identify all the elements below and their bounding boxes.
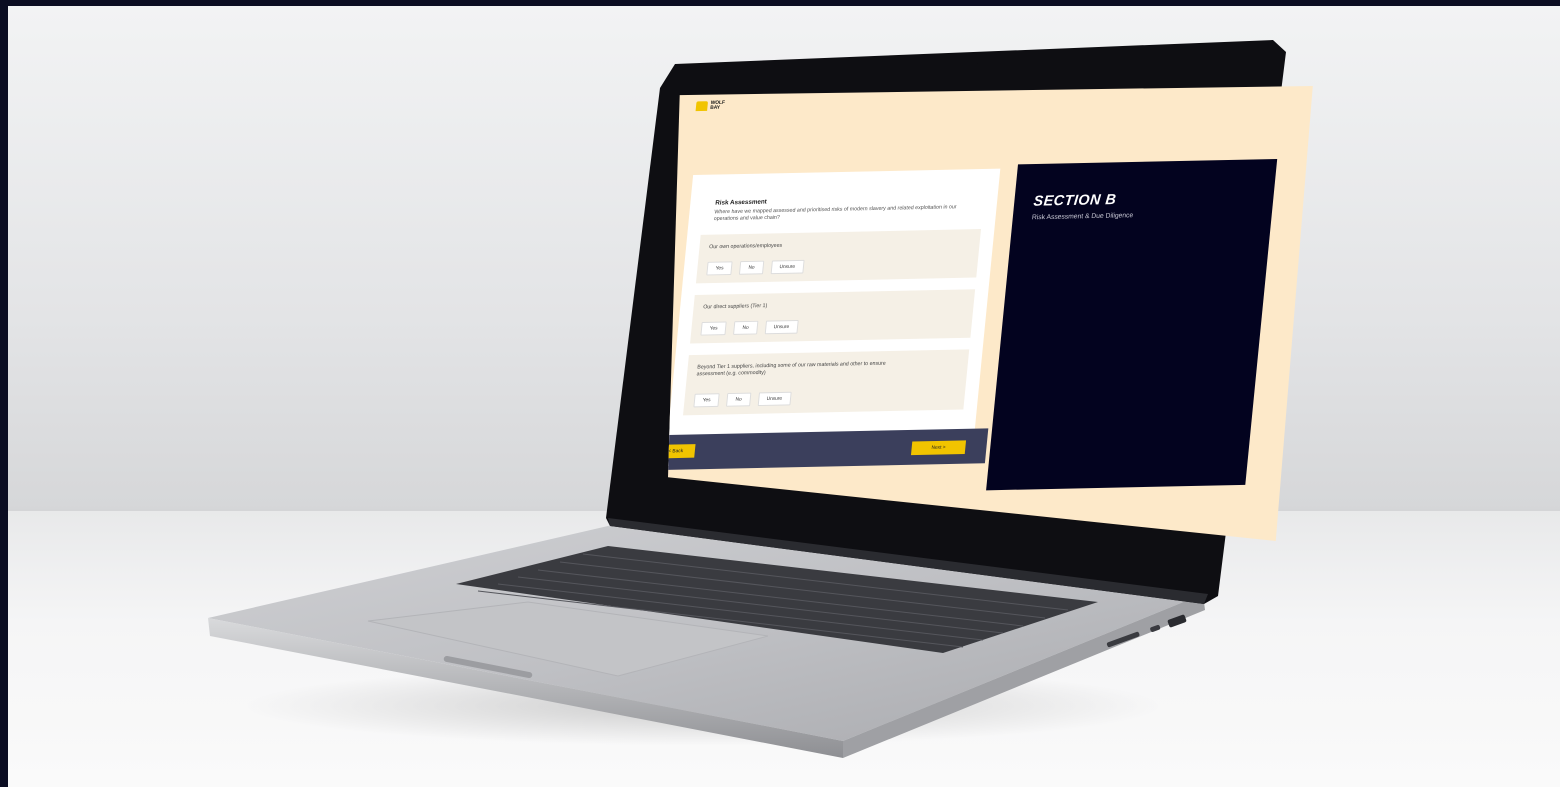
question-label-line2: assessment (e.g. commodity)	[696, 370, 766, 378]
question-block: Our own operations/employees Yes No Unsu…	[695, 229, 982, 284]
screen-content: WOLF BAY Risk Assessment Where have we m…	[668, 86, 1294, 511]
logo-icon	[695, 101, 709, 112]
option-yes[interactable]: Yes	[706, 261, 733, 276]
laptop-screen: WOLF BAY Risk Assessment Where have we m…	[668, 86, 1313, 541]
question-block: Beyond Tier 1 suppliers, including some …	[683, 349, 970, 416]
question-label: Beyond Tier 1 suppliers, including some …	[696, 359, 957, 378]
section-description: Where have we mapped assessed and priori…	[713, 204, 957, 223]
question-block: Our direct suppliers (Tier 1) Yes No Uns…	[690, 289, 976, 344]
option-no[interactable]: No	[733, 320, 758, 335]
question-label-line1: Beyond Tier 1 suppliers, including some …	[696, 360, 886, 371]
option-no[interactable]: No	[726, 392, 751, 407]
next-button[interactable]: Next >	[910, 440, 967, 456]
section-heading: Risk Assessment	[714, 198, 768, 207]
logo-text: WOLF BAY	[709, 99, 726, 111]
option-yes[interactable]: Yes	[700, 321, 727, 336]
option-unsure[interactable]: Unsure	[770, 259, 805, 275]
back-button[interactable]: < Back	[668, 444, 696, 459]
form-footer: < Back Next >	[668, 428, 989, 471]
brand-logo[interactable]: WOLF BAY	[695, 99, 726, 112]
product-photo: WOLF BAY Risk Assessment Where have we m…	[8, 6, 1560, 787]
section-subtitle: Risk Assessment & Due Diligence	[1031, 212, 1134, 222]
section-sidebar: SECTION B Risk Assessment & Due Diligenc…	[986, 159, 1278, 491]
section-title: SECTION B	[1032, 191, 1118, 210]
question-label: Our direct suppliers (Tier 1)	[702, 303, 768, 311]
option-unsure[interactable]: Unsure	[757, 391, 792, 407]
option-yes[interactable]: Yes	[693, 393, 720, 408]
option-unsure[interactable]: Unsure	[764, 319, 799, 335]
question-label: Our own operations/employees	[708, 242, 783, 251]
option-no[interactable]: No	[739, 260, 764, 275]
question-card: Risk Assessment Where have we mapped ass…	[668, 168, 1001, 467]
